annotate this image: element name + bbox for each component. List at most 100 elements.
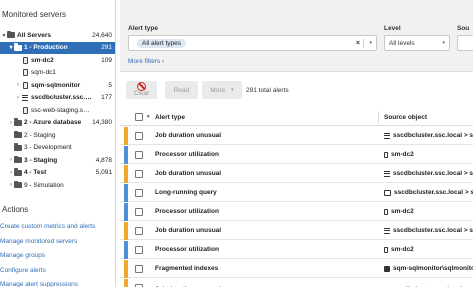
row-checkbox[interactable] <box>135 207 143 216</box>
tree-item-count: 177 <box>101 94 112 101</box>
tree-item-count: 291 <box>101 44 112 51</box>
source-object-label: sqm-sqlmonitor\sqlmonitor > <box>393 265 473 272</box>
tree-item[interactable]: sm-dc2 109 <box>0 54 115 66</box>
source-label: Sou <box>457 25 470 32</box>
alerts-panel: Alert type All alert types × ▾ Level All… <box>120 0 473 287</box>
action-link[interactable]: Manage groups <box>0 252 45 259</box>
source-object-label: sscdbcluster.ssc.local > ss <box>393 227 473 234</box>
clear-selection-icon[interactable]: × <box>356 40 360 47</box>
row-checkbox[interactable] <box>135 226 143 235</box>
folder-icon <box>14 118 22 127</box>
select-divider <box>363 39 364 48</box>
source-object-cell[interactable]: sscdbcluster.ssc.local > ss <box>384 189 473 196</box>
source-object-label: sm-dc2 <box>391 208 414 215</box>
source-object-column-header[interactable]: Source object <box>384 114 427 121</box>
folder-icon <box>14 180 22 189</box>
tree-item-label: 9 - Simulation <box>24 181 64 189</box>
alert-type-cell[interactable]: Processor utilization <box>155 208 219 215</box>
server-icon <box>21 56 29 64</box>
source-object-cell[interactable]: sscdbcluster.ssc.local > ss <box>384 227 473 234</box>
more-button-label: More <box>210 86 226 94</box>
action-link[interactable]: Manage monitored servers <box>0 238 77 245</box>
row-checkbox[interactable] <box>135 264 143 273</box>
chevron-down-icon[interactable]: ▾ <box>369 40 372 46</box>
tree-item[interactable]: ›sscdbcluster.ssc.local177 <box>0 92 115 104</box>
action-link[interactable]: Create custom metrics and alerts <box>0 223 95 230</box>
alert-type-select[interactable]: All alert types × ▾ <box>128 35 377 51</box>
table-row[interactable]: Processor utilization sm-dc2 <box>120 203 473 221</box>
total-alerts-count: 291 total alerts <box>246 87 289 94</box>
chevron-down-icon[interactable]: ▾ <box>442 40 445 46</box>
table-row[interactable]: Job duration unusualsscdbcluster.ssc.loc… <box>120 279 473 287</box>
tree-item-label: 2 - Azure database <box>24 119 82 126</box>
action-link[interactable]: Configure alerts <box>0 267 46 274</box>
severity-stripe <box>124 146 128 164</box>
read-button[interactable]: Read <box>165 81 198 99</box>
table-row[interactable]: Job duration unusual sscdbcluster.ssc.loc… <box>120 165 473 183</box>
alert-type-cell[interactable]: Processor utilization <box>155 151 219 158</box>
cluster-icon <box>384 170 390 177</box>
alert-type-cell[interactable]: Job duration unusual <box>155 170 221 177</box>
source-select[interactable] <box>457 35 473 51</box>
tree-item[interactable]: › sqm-sqlmonitor 5 <box>0 79 115 91</box>
alert-type-cell[interactable]: Processor utilization <box>155 246 219 253</box>
level-select[interactable]: All levels ▾ <box>384 35 450 51</box>
table-row[interactable]: Long-running query sscdbcluster.ssc.local… <box>120 184 473 202</box>
cluster-icon <box>384 227 390 234</box>
table-row[interactable]: Job duration unusual sscdbcluster.ssc.loc… <box>120 222 473 240</box>
row-checkbox[interactable] <box>135 188 143 197</box>
more-button[interactable]: More ▾ <box>202 81 242 99</box>
tree-item-count: 4,878 <box>95 156 112 164</box>
source-object-cell[interactable]: sm-dc2 <box>384 208 414 215</box>
alert-type-cell[interactable]: Fragmented indexes <box>155 265 218 272</box>
tree-item[interactable]: › 4 - Test 5,091 <box>0 167 115 179</box>
server-icon <box>384 208 388 215</box>
source-object-label: sscdbcluster.ssc.local > ss <box>393 132 473 139</box>
tree-item[interactable]: 2 - Staging <box>0 129 115 141</box>
tree-item[interactable]: ▾ 1 - Production 291 <box>0 41 115 54</box>
tree-item-label: sqm-dc1 <box>31 69 56 76</box>
row-checkbox[interactable] <box>135 150 143 159</box>
source-object-cell[interactable]: sm-dc2 <box>384 246 414 253</box>
table-row[interactable]: Job duration unusual sscdbcluster.ssc.loc… <box>120 127 473 145</box>
tree-item[interactable]: › 3 - Staging 4,878 <box>0 154 115 166</box>
filter-bar: Alert type All alert types × ▾ Level All… <box>120 0 473 72</box>
tree-item[interactable]: › 2 - Azure database 14,380 <box>0 117 115 129</box>
tree-item[interactable]: 3 - Development <box>0 142 115 154</box>
chevron-down-icon: ▾ <box>231 87 234 93</box>
level-value: All levels <box>389 39 415 47</box>
tree-item[interactable]: ssc-web-staging.smdem... <box>0 104 115 116</box>
cluster-icon <box>21 94 29 102</box>
tree-item[interactable]: sqm-dc1 <box>0 67 115 79</box>
row-checkbox[interactable] <box>135 245 143 254</box>
alert-type-cell[interactable]: Job duration unusual <box>155 227 221 234</box>
tree-item-count: 109 <box>101 56 112 64</box>
table-row[interactable]: Fragmented indexes sqm-sqlmonitor\sqlmoni… <box>120 260 473 278</box>
tree-item[interactable]: › 9 - Simulation <box>0 179 115 191</box>
select-all-checkbox[interactable] <box>135 113 143 121</box>
alert-type-cell[interactable]: Job duration unusual <box>155 132 221 139</box>
folder-icon <box>7 30 15 39</box>
tree-item-label: sqm-sqlmonitor <box>31 81 81 89</box>
table-row[interactable]: Processor utilization sm-dc2 <box>120 241 473 259</box>
source-object-cell[interactable]: sscdbcluster.ssc.local > ss <box>384 170 473 177</box>
source-object-label: sm-dc2 <box>391 246 414 253</box>
table-row[interactable]: Processor utilization sm-dc2 <box>120 146 473 164</box>
row-checkbox[interactable] <box>135 131 143 140</box>
server-icon <box>21 81 29 89</box>
tree-item-label: 1 - Production <box>24 44 68 51</box>
alert-type-cell[interactable]: Long-running query <box>155 189 217 196</box>
action-link[interactable]: Manage alert suppressions <box>0 281 78 287</box>
sort-desc-icon[interactable]: ▾ <box>147 114 150 120</box>
source-object-cell[interactable]: sm-dc2 <box>384 151 414 158</box>
alert-type-chip[interactable]: All alert types <box>137 38 187 48</box>
more-filters-link[interactable]: More filters › <box>128 58 164 65</box>
source-object-cell[interactable]: sqm-sqlmonitor\sqlmonitor > <box>384 265 473 272</box>
source-object-cell[interactable]: sscdbcluster.ssc.local > ss <box>384 132 473 139</box>
alert-type-column-header[interactable]: Alert type <box>155 114 185 121</box>
tree-item[interactable]: ▾ All Servers 24,640 <box>0 29 115 41</box>
row-checkbox[interactable] <box>135 283 143 287</box>
row-checkbox[interactable] <box>135 169 143 178</box>
column-divider <box>378 111 379 124</box>
source-object-label: sscdbcluster.ssc.local > ss <box>393 170 473 177</box>
